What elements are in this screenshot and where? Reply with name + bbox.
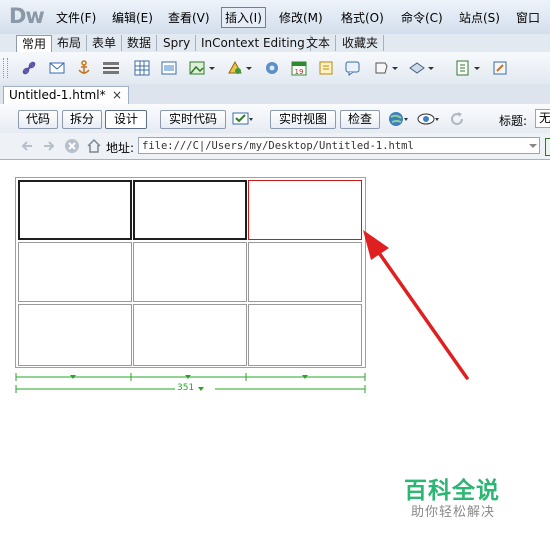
comment-icon[interactable] bbox=[317, 59, 335, 77]
preview-browser-icon[interactable] bbox=[388, 109, 410, 129]
dreamweaver-logo: Dw bbox=[9, 4, 45, 28]
table-cell[interactable] bbox=[248, 242, 362, 302]
html-table[interactable] bbox=[15, 177, 366, 368]
close-icon[interactable]: × bbox=[112, 87, 122, 104]
address-dropdown-icon[interactable] bbox=[527, 139, 539, 153]
code-view-button[interactable]: 代码 bbox=[18, 110, 58, 129]
document-tab-bar: Untitled-1.html* × bbox=[0, 84, 550, 105]
date-icon[interactable]: 19 bbox=[290, 59, 308, 77]
templates-icon[interactable] bbox=[408, 59, 426, 77]
tab-spry[interactable]: Spry bbox=[158, 35, 197, 51]
inspect-button[interactable]: 检查 bbox=[340, 110, 380, 129]
tab-common[interactable]: 常用 bbox=[16, 35, 53, 52]
watermark-title: 百科全说 bbox=[404, 478, 500, 504]
chevron-down-icon[interactable] bbox=[208, 59, 216, 77]
back-arrow-icon[interactable] bbox=[19, 138, 35, 154]
menu-commands[interactable]: 命令(C) bbox=[401, 9, 443, 26]
watermark-subtitle: 助你轻松解决 bbox=[411, 505, 496, 520]
tag-chooser-icon[interactable] bbox=[454, 59, 472, 77]
address-input[interactable]: file:///C|/Users/my/Desktop/Untitled-1.h… bbox=[138, 137, 540, 154]
live-view-button[interactable]: 实时视图 bbox=[270, 110, 336, 129]
menu-format[interactable]: 格式(O) bbox=[341, 9, 384, 26]
menu-site[interactable]: 站点(S) bbox=[459, 9, 500, 26]
menu-file[interactable]: 文件(F) bbox=[56, 9, 96, 26]
table-cell-selected[interactable] bbox=[248, 180, 362, 240]
page-edit-icon[interactable] bbox=[491, 59, 509, 77]
insert-div-icon[interactable] bbox=[160, 59, 178, 77]
menu-window[interactable]: 窗口 bbox=[516, 9, 540, 26]
head-tags-icon[interactable] bbox=[344, 59, 362, 77]
table-cell[interactable] bbox=[18, 242, 132, 302]
menu-modify[interactable]: 修改(M) bbox=[279, 9, 323, 26]
menu-view[interactable]: 查看(V) bbox=[168, 9, 210, 26]
table-cell[interactable] bbox=[18, 304, 132, 366]
toolbar-grip bbox=[3, 58, 8, 78]
table-cell[interactable] bbox=[133, 242, 247, 302]
image-icon[interactable] bbox=[188, 59, 206, 77]
document-tab-title: Untitled-1.html* bbox=[9, 88, 106, 102]
home-icon[interactable] bbox=[86, 138, 102, 154]
menu-edit[interactable]: 编辑(E) bbox=[112, 9, 153, 26]
table-width-ruler: 351 bbox=[15, 371, 366, 395]
chevron-down-icon[interactable] bbox=[391, 59, 399, 77]
title-label: 标题: bbox=[499, 114, 528, 128]
address-label: 地址: bbox=[106, 141, 135, 155]
document-toolbar: 代码 拆分 设计 实时代码 实时视图 检查 标题: 无 bbox=[0, 104, 550, 134]
title-input[interactable]: 无 bbox=[535, 109, 550, 128]
refresh-icon[interactable] bbox=[448, 109, 466, 129]
document-tab[interactable]: Untitled-1.html* × bbox=[3, 86, 129, 105]
tab-data[interactable]: 数据 bbox=[122, 35, 158, 51]
tab-incontext-editing[interactable]: InContext Editing bbox=[196, 35, 311, 51]
panel-edge-icon bbox=[545, 138, 550, 156]
table-cell[interactable] bbox=[248, 304, 362, 366]
chevron-down-icon[interactable] bbox=[245, 59, 253, 77]
tab-favorites[interactable]: 收藏夹 bbox=[337, 35, 385, 51]
chevron-down-icon[interactable] bbox=[473, 59, 481, 77]
table-cell[interactable] bbox=[18, 180, 132, 240]
address-value: file:///C|/Users/my/Desktop/Untitled-1.h… bbox=[142, 140, 414, 152]
script-icon[interactable] bbox=[372, 59, 390, 77]
table-cell[interactable] bbox=[133, 304, 247, 366]
annotation-arrow bbox=[355, 222, 475, 387]
table-icon[interactable] bbox=[133, 59, 151, 77]
address-bar: 地址: file:///C|/Users/my/Desktop/Untitled… bbox=[0, 133, 550, 160]
email-link-icon[interactable] bbox=[48, 59, 66, 77]
horizontal-rule-icon[interactable] bbox=[102, 59, 120, 77]
split-view-button[interactable]: 拆分 bbox=[62, 110, 102, 129]
tab-layout[interactable]: 布局 bbox=[52, 35, 88, 51]
chevron-down-icon[interactable] bbox=[427, 59, 435, 77]
menu-insert[interactable]: 插入(I) bbox=[221, 7, 266, 28]
menu-bar: Dw 文件(F) 编辑(E) 查看(V) 插入(I) 修改(M) 格式(O) 命… bbox=[0, 0, 550, 35]
live-code-button[interactable]: 实时代码 bbox=[160, 110, 226, 129]
forward-arrow-icon[interactable] bbox=[41, 138, 57, 154]
insert-panel-tabs: 常用 布局 表单 数据 Spry InContext Editing 文本 收藏… bbox=[0, 34, 550, 53]
svg-text:19: 19 bbox=[295, 68, 304, 76]
tab-forms[interactable]: 表单 bbox=[87, 35, 123, 51]
media-icon[interactable] bbox=[226, 59, 244, 77]
insert-toolbar: 19 bbox=[0, 52, 550, 85]
design-view-button[interactable]: 设计 bbox=[105, 110, 147, 129]
named-anchor-icon[interactable] bbox=[75, 59, 93, 77]
hyperlink-icon[interactable] bbox=[20, 59, 38, 77]
tab-text[interactable]: 文本 bbox=[301, 35, 337, 51]
browser-compat-icon[interactable] bbox=[232, 110, 254, 128]
stop-icon[interactable] bbox=[64, 138, 80, 154]
server-include-icon[interactable] bbox=[263, 59, 281, 77]
visual-aids-icon[interactable] bbox=[416, 109, 440, 129]
table-cell[interactable] bbox=[133, 180, 247, 240]
table-width-label: 351 bbox=[177, 383, 195, 393]
